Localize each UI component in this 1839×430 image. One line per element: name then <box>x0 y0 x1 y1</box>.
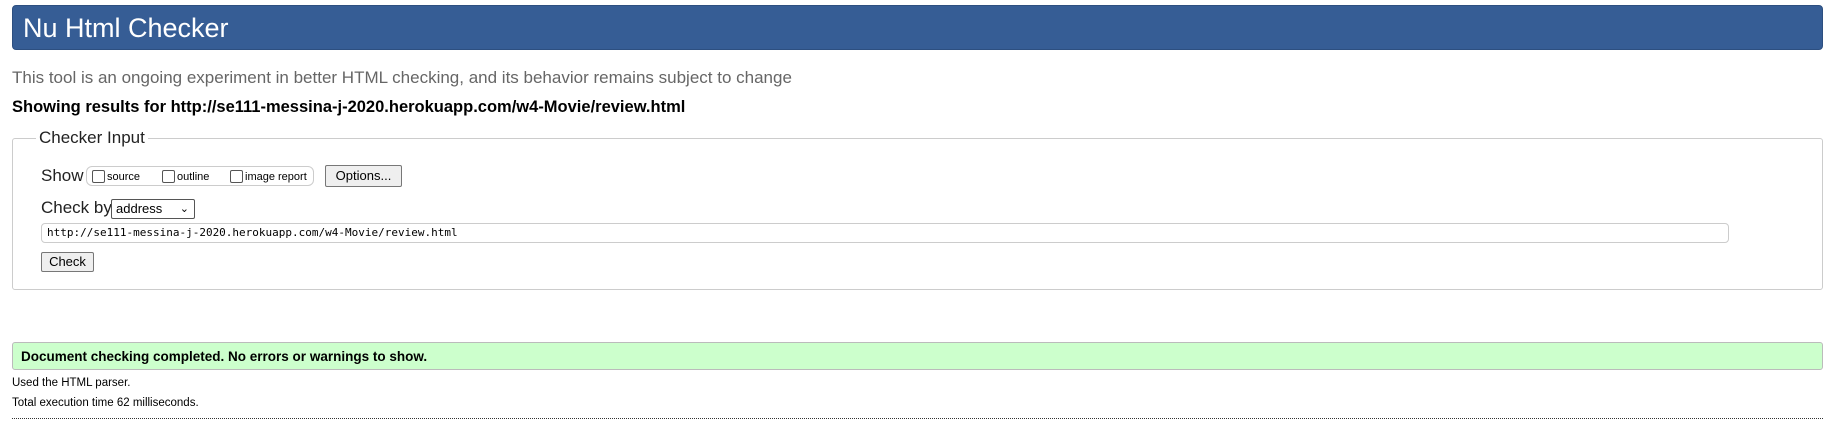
chevron-down-icon: ⌄ <box>179 203 189 215</box>
checker-input-fieldset <box>12 138 1823 290</box>
checkbox-box[interactable] <box>162 170 175 183</box>
check-by-label: Check by <box>41 198 112 217</box>
image-report-label: image report <box>245 170 307 183</box>
outline-checkbox[interactable]: outline <box>162 170 209 183</box>
checkbox-box[interactable] <box>230 170 243 183</box>
execution-time: Total execution time 62 milliseconds. <box>12 397 199 409</box>
success-message: Document checking completed. No errors o… <box>12 342 1823 370</box>
divider <box>12 418 1823 419</box>
check-by-select[interactable]: address ⌄ <box>111 199 195 219</box>
url-input[interactable]: http://se111-messina-j-2020.herokuapp.co… <box>41 223 1729 243</box>
parser-info: Used the HTML parser. <box>12 377 131 389</box>
show-options-group: source outline image report <box>86 166 314 186</box>
check-by-value: address <box>116 201 163 216</box>
checker-input-legend: Checker Input <box>36 128 148 148</box>
options-button[interactable]: Options... <box>325 165 402 187</box>
source-label: source <box>107 170 141 183</box>
source-checkbox[interactable]: source <box>92 170 140 183</box>
intro-text: This tool is an ongoing experiment in be… <box>12 68 792 87</box>
outline-label: outline <box>177 170 210 183</box>
image-report-checkbox[interactable]: image report <box>230 170 307 183</box>
showing-results-heading: Showing results for http://se111-messina… <box>12 98 686 116</box>
show-label: Show <box>41 166 84 185</box>
checkbox-box[interactable] <box>92 170 105 183</box>
page-header: Nu Html Checker <box>12 5 1823 50</box>
check-button[interactable]: Check <box>41 252 94 272</box>
page-title: Nu Html Checker <box>23 13 229 43</box>
